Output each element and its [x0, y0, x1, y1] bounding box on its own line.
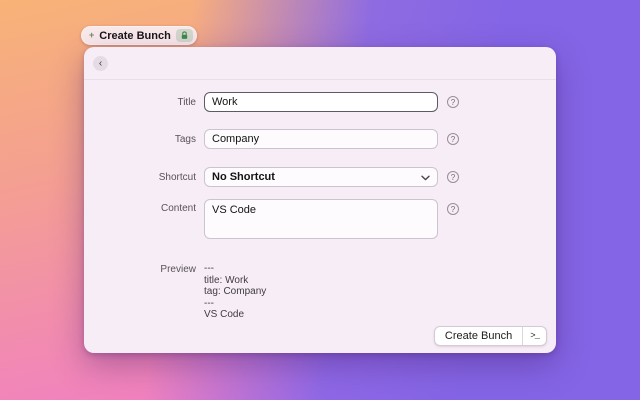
create-bunch-window: ‹ Title ? Tags ? Shortcut No Shortcut	[84, 47, 556, 353]
preview-label: Preview	[160, 264, 196, 275]
footer-button-group: Create Bunch >_	[433, 326, 547, 346]
shortcut-label: Shortcut	[158, 171, 196, 183]
create-bunch-tab[interactable]: + Create Bunch	[81, 26, 197, 45]
desktop-background: + Create Bunch ‹ Title ? Tags	[0, 0, 640, 400]
shortcut-row: Shortcut No Shortcut ?	[84, 167, 556, 187]
preview-line: tag: Company	[204, 286, 267, 297]
lock-icon	[175, 29, 193, 42]
preview-row: Preview --- title: Work tag: Company ---…	[84, 263, 556, 321]
help-icon[interactable]: ?	[447, 96, 459, 108]
tags-input[interactable]	[204, 129, 438, 149]
window-header: ‹	[84, 47, 556, 80]
content-row: Content VS Code ?	[84, 199, 556, 239]
create-bunch-form: Title ? Tags ? Shortcut No Shortcut	[84, 80, 556, 321]
help-icon[interactable]: ?	[447, 133, 459, 145]
preview-line: ---	[204, 263, 214, 274]
content-textarea[interactable]: VS Code	[204, 199, 438, 239]
preview-line: title: Work	[204, 274, 249, 286]
preview-line: ---	[204, 297, 214, 309]
preview-text: --- title: Work tag: Company --- VS Code	[204, 263, 266, 321]
tags-row: Tags ?	[84, 129, 556, 149]
preview-line: VS Code	[204, 309, 245, 320]
chevron-left-icon: ‹	[98, 58, 103, 69]
content-label: Content	[160, 203, 196, 214]
title-input[interactable]	[204, 92, 438, 112]
chevron-down-icon	[421, 168, 430, 186]
bunch-icon: +	[89, 30, 95, 40]
back-button[interactable]: ‹	[93, 56, 108, 71]
title-row: Title ?	[84, 92, 556, 112]
shortcut-select[interactable]: No Shortcut	[204, 167, 438, 187]
help-icon[interactable]: ?	[447, 171, 459, 183]
title-label: Title	[177, 96, 196, 108]
create-bunch-button[interactable]: Create Bunch	[435, 327, 522, 345]
tags-label: Tags	[174, 133, 196, 145]
shortcut-selected-value: No Shortcut	[212, 171, 275, 183]
terminal-button[interactable]: >_	[523, 327, 546, 345]
help-icon[interactable]: ?	[447, 203, 459, 215]
tab-label: Create Bunch	[99, 29, 171, 42]
